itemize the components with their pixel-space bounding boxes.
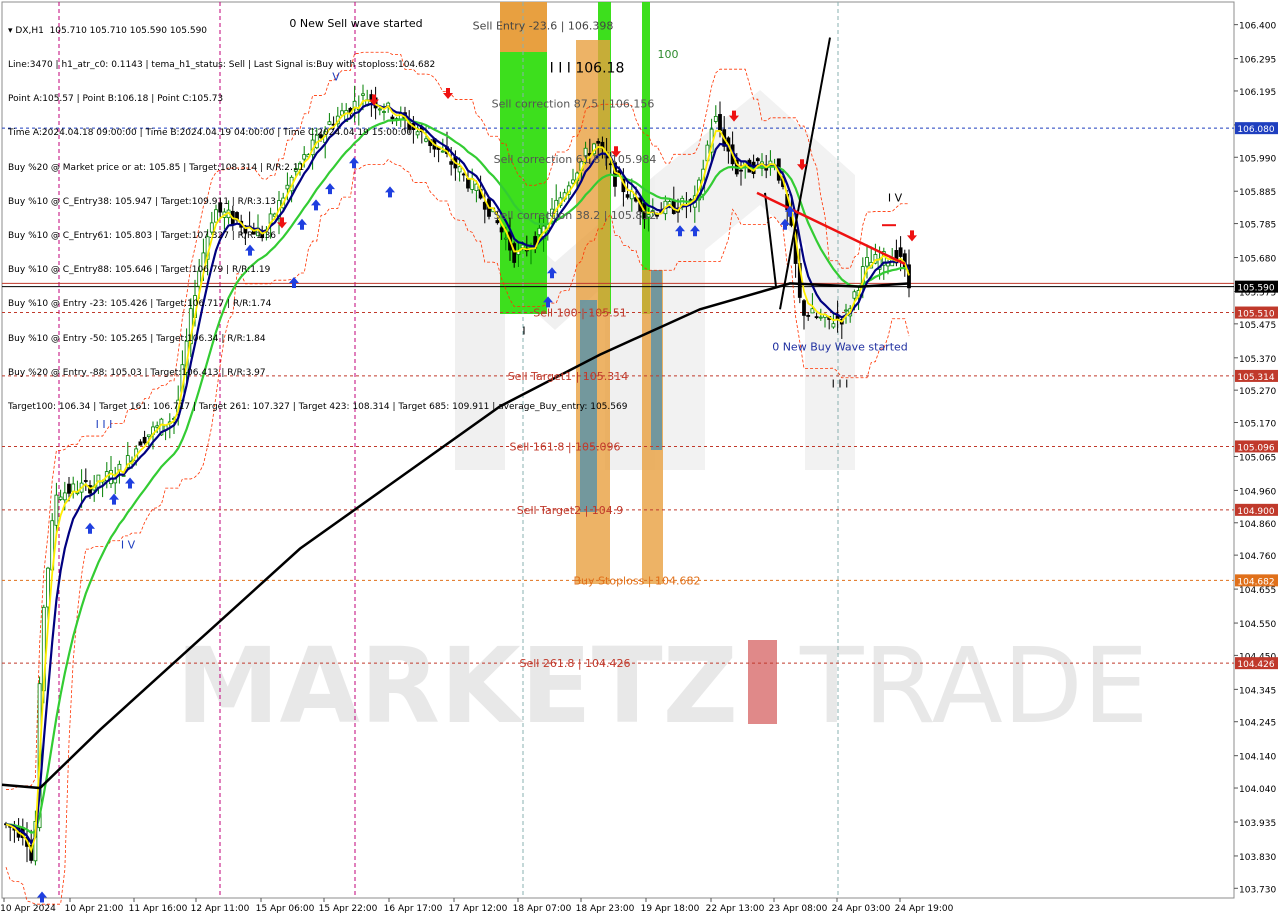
candle-body: [54, 494, 59, 526]
annotation-label: Buy Stoploss | 104.682: [574, 574, 701, 587]
y-tick-label: 106.295: [1239, 56, 1276, 66]
price-tag-label: 104.426: [1237, 660, 1274, 670]
symbol-label: DX,H1: [15, 25, 44, 36]
x-tick-label: 23 Apr 08:00: [769, 904, 828, 914]
y-tick-label: 105.990: [1239, 154, 1276, 164]
candle-body: [58, 496, 63, 500]
annotation-label: I V: [121, 538, 136, 551]
candle-body: [844, 309, 848, 312]
price-tag-label: 105.096: [1237, 443, 1274, 453]
candle-body: [142, 436, 147, 444]
info-panel: ▾ DX,H1 105.710 105.710 105.590 105.590 …: [8, 3, 627, 425]
x-tick-label: 10 Apr 2024: [0, 904, 56, 914]
x-tick-label: 11 Apr 16:00: [129, 904, 188, 914]
y-tick-label: 104.655: [1239, 586, 1276, 596]
y-tick-label: 105.370: [1239, 355, 1276, 365]
annotation-label: Sell 161.8 | 105.096: [509, 440, 620, 453]
symbol-header: ▾ DX,H1 105.710 105.710 105.590 105.590: [8, 25, 208, 36]
candle-body: [718, 114, 722, 132]
y-tick-label: 105.270: [1239, 387, 1276, 397]
y-tick-label: 105.065: [1239, 453, 1276, 463]
y-tick-label: 104.960: [1239, 487, 1276, 497]
x-tick-label: 22 Apr 13:00: [706, 904, 765, 914]
y-tick-label: 106.195: [1239, 88, 1276, 98]
candle-body: [852, 291, 857, 299]
price-tag-label: 104.682: [1237, 577, 1274, 587]
info-line: Buy %10 @ C_Entry38: 105.947 | Target:10…: [8, 196, 277, 207]
price-tag-label: 105.590: [1237, 284, 1274, 294]
candle-body: [802, 300, 806, 316]
annotation-label: I V: [888, 191, 903, 204]
x-tick-label: 18 Apr 23:00: [576, 904, 635, 914]
y-tick-label: 104.345: [1239, 686, 1276, 696]
x-tick-label: 17 Apr 12:00: [449, 904, 508, 914]
info-line: Buy %20 @ Market price or at: 105.85 | T…: [8, 162, 305, 173]
candle-body: [138, 441, 143, 446]
watermark-text-left: MARKETZ: [176, 625, 738, 747]
y-tick-label: 105.680: [1239, 255, 1276, 265]
y-tick-label: 105.475: [1239, 321, 1276, 331]
annotation-label: 100: [658, 48, 679, 61]
candle-body: [806, 315, 811, 317]
info-line: Line:3470 | h1_atr_c0: 0.1143 | tema_h1_…: [8, 60, 436, 71]
candle-body: [46, 567, 50, 608]
info-line: Buy %10 @ C_Entry88: 105.646 | Target:10…: [8, 265, 271, 276]
candle-body: [814, 316, 819, 319]
x-tick-label: 24 Apr 19:00: [895, 904, 954, 914]
x-tick-label: 19 Apr 18:00: [641, 904, 700, 914]
x-tick-label: 18 Apr 07:00: [513, 904, 572, 914]
y-tick-label: 104.760: [1239, 552, 1276, 562]
info-line: Point A:105.57 | Point B:106.18 | Point …: [8, 94, 224, 105]
zone-blue-b: [651, 270, 662, 450]
annotation-label: Sell 261.8 | 104.426: [519, 657, 630, 670]
x-tick-label: 15 Apr 06:00: [256, 904, 315, 914]
candle-body: [898, 247, 903, 257]
y-tick-label: 103.830: [1239, 853, 1276, 863]
annotation-label: 0 New Buy Wave started: [772, 340, 908, 353]
y-tick-label: 103.935: [1239, 819, 1276, 829]
y-tick-label: 103.730: [1239, 885, 1276, 895]
watermark-red-bar: [748, 640, 777, 724]
price-tag-label: 106.080: [1237, 125, 1274, 135]
y-tick-label: 104.140: [1239, 753, 1276, 763]
x-tick-label: 24 Apr 03:00: [832, 904, 891, 914]
candle-body: [67, 483, 71, 494]
candle-body: [810, 308, 815, 314]
y-tick-label: 105.885: [1239, 188, 1276, 198]
info-line: Time A:2024.04.18 09:00:00 | Time B:2024…: [8, 128, 413, 139]
annotation-label: Sell Target2 | 104.9: [517, 504, 624, 517]
y-tick-label: 104.550: [1239, 620, 1276, 630]
annotation-label: I I I: [832, 378, 849, 391]
x-tick-label: 10 Apr 21:00: [65, 904, 124, 914]
candle-body: [865, 256, 869, 267]
price-tag-label: 105.510: [1237, 310, 1274, 320]
price-tag-label: 104.900: [1237, 507, 1274, 517]
info-line: Target100: 106.34 | Target 161: 106.717 …: [8, 402, 628, 413]
y-tick-label: 105.785: [1239, 221, 1276, 231]
candle-body: [146, 434, 151, 437]
info-line: Buy %20 @ Entry -88: 105.03 | Target:106…: [8, 367, 266, 378]
y-tick-label: 104.860: [1239, 520, 1276, 530]
y-tick-label: 106.400: [1239, 22, 1276, 32]
x-tick-label: 16 Apr 17:00: [384, 904, 443, 914]
candle-body: [62, 492, 67, 501]
candle-body: [71, 483, 76, 492]
y-tick-label: 104.245: [1239, 719, 1276, 729]
info-line: Buy %10 @ Entry -23: 105.426 | Target:10…: [8, 299, 272, 310]
candle-body: [755, 158, 760, 162]
candle-body: [83, 480, 88, 482]
x-tick-label: 15 Apr 22:00: [319, 904, 378, 914]
candle-body: [713, 115, 718, 122]
x-tick-label: 12 Apr 11:00: [191, 904, 250, 914]
info-line: Buy %10 @ Entry -50: 105.265 | Target:10…: [8, 333, 266, 344]
price-tag-label: 105.314: [1237, 373, 1274, 383]
ohlc-header: 105.710 105.710 105.590 105.590: [49, 25, 208, 36]
candle-body: [818, 316, 823, 319]
watermark-text-right: TRADE: [799, 625, 1149, 747]
candle-body: [831, 323, 836, 328]
y-tick-label: 105.170: [1239, 420, 1276, 430]
info-line: Buy %10 @ C_Entry61: 105.803 | Target:10…: [8, 231, 277, 242]
y-tick-label: 104.040: [1239, 785, 1276, 795]
candle-body: [739, 169, 743, 172]
